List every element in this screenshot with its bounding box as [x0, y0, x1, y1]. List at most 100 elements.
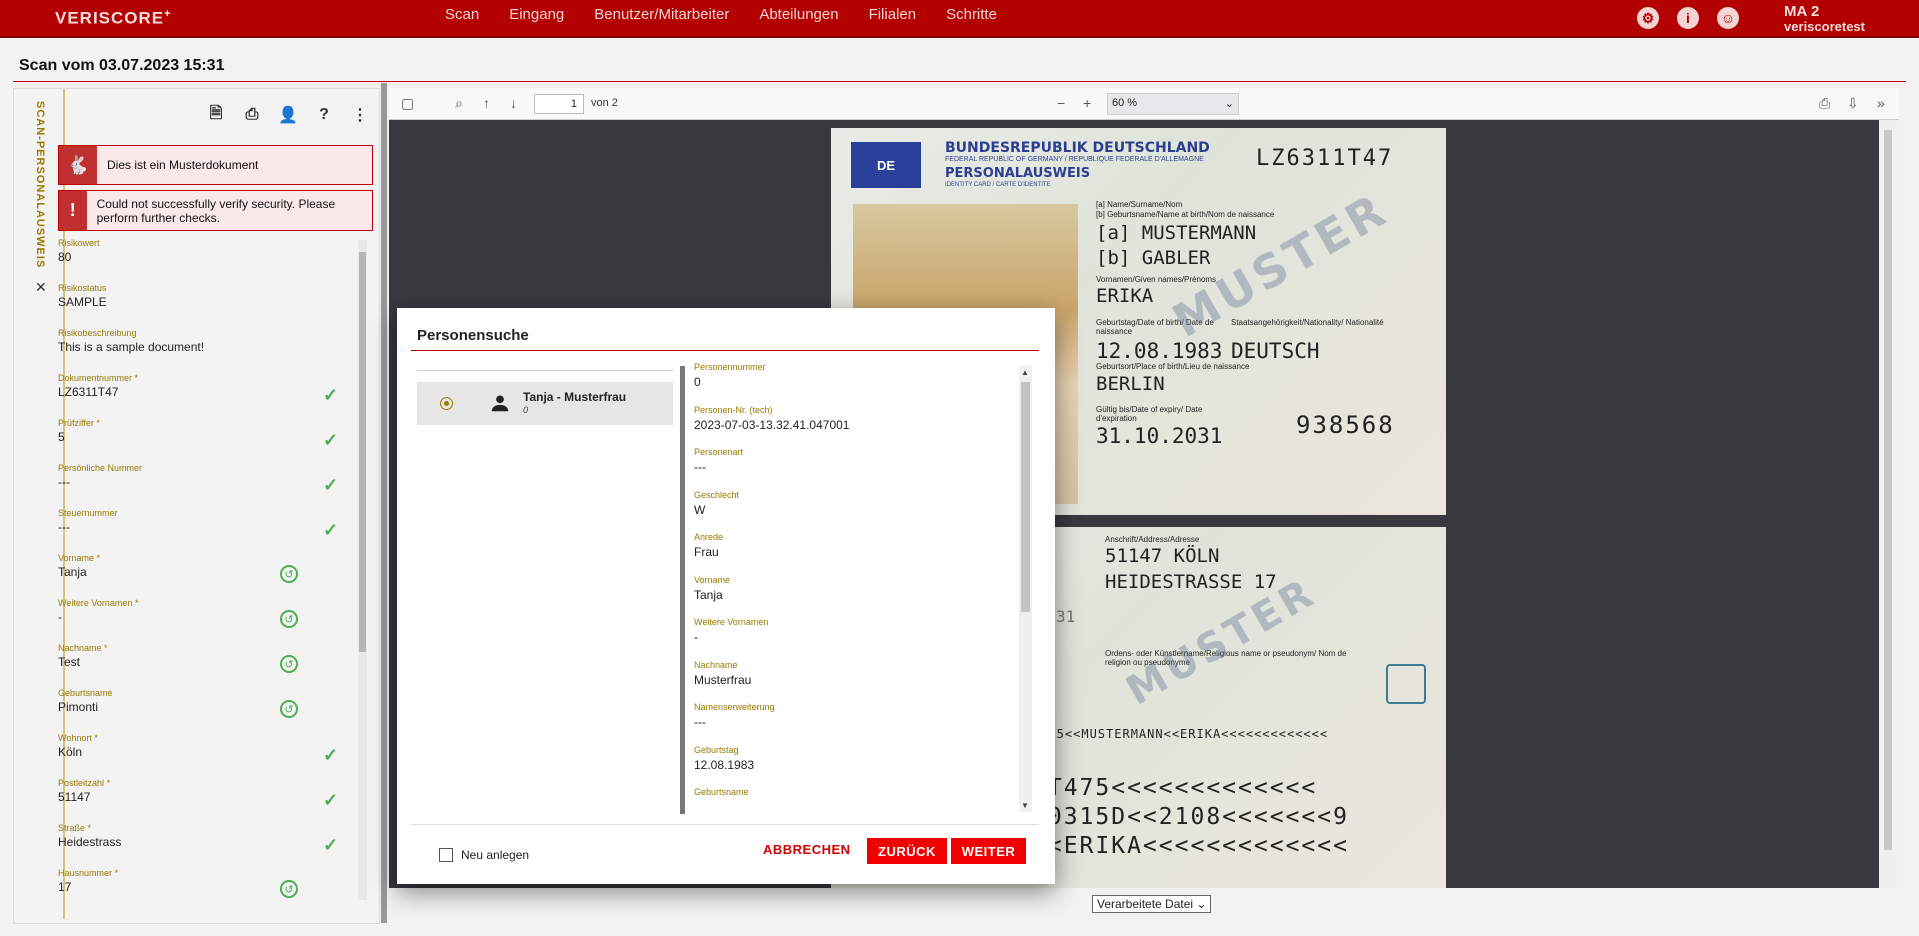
info-icon[interactable]: i: [1677, 7, 1699, 29]
search-icon[interactable]: ⌕: [455, 95, 463, 112]
field-value[interactable]: 80: [58, 250, 358, 264]
field-row: Steuernummer --- ✓: [58, 508, 358, 553]
nav-abteilungen[interactable]: Abteilungen: [744, 6, 853, 23]
help-icon[interactable]: ?: [312, 103, 336, 127]
check-icon: ✓: [323, 790, 339, 810]
detail-label: Personenart: [694, 447, 744, 457]
field-value[interactable]: ---: [58, 520, 358, 534]
back-button[interactable]: ZURÜCK: [867, 838, 947, 864]
reset-icon[interactable]: ↺: [280, 655, 298, 673]
card-mrz-line: T475<<MUSTERMANN<<ERIKA<<<<<<<<<<<<<: [1032, 727, 1329, 741]
field-value[interactable]: 5: [58, 430, 358, 444]
field-value[interactable]: Test: [58, 655, 358, 669]
detail-label: Geburtsname: [694, 787, 749, 797]
logo[interactable]: VERISCORE+: [55, 8, 172, 29]
field-value[interactable]: LZ6311T47: [58, 385, 358, 399]
detail-row: Vorname Tanja: [694, 575, 1017, 618]
person-search-icon[interactable]: 👤: [276, 103, 300, 127]
dialog-splitter[interactable]: [680, 366, 685, 814]
user-info[interactable]: MA 2 veriscoretest: [1784, 4, 1865, 34]
field-label: Risikowert: [58, 238, 100, 248]
add-document-icon[interactable]: 🗎: [204, 103, 228, 127]
print-icon[interactable]: ⎙: [240, 103, 264, 127]
next-button[interactable]: WEITER: [951, 838, 1026, 864]
field-value[interactable]: Tanja: [58, 565, 358, 579]
close-icon[interactable]: ✕: [35, 279, 47, 296]
detail-label: Geschlecht: [694, 489, 740, 500]
detail-row: Personen-Nr. (tech) 2023-07-03-13.32.41.0…: [694, 405, 1017, 448]
reset-icon[interactable]: ↺: [280, 880, 298, 898]
user-avatar-icon[interactable]: ☺: [1717, 7, 1739, 29]
field-label: Nachname *: [58, 643, 108, 653]
reset-icon[interactable]: ↺: [280, 610, 298, 628]
gear-icon[interactable]: ⚙: [1637, 7, 1659, 29]
nav-benutzer[interactable]: Benutzer/Mitarbeiter: [579, 6, 744, 23]
result-item[interactable]: Tanja - Musterfrau 0: [417, 382, 673, 425]
arrow-up-icon[interactable]: ↑: [483, 95, 490, 111]
save-icon[interactable]: ⇩: [1847, 95, 1859, 112]
card-country: BUNDESREPUBLIK DEUTSCHLAND: [945, 140, 1210, 156]
detail-row: Personenart ---: [694, 447, 1017, 490]
rabbit-icon: 🐇: [59, 146, 97, 184]
nav-schritte[interactable]: Schritte: [931, 6, 1012, 23]
sidebar-toggle-icon[interactable]: ▢: [401, 95, 414, 112]
more-vertical-icon[interactable]: ⋮: [348, 103, 372, 127]
field-value[interactable]: 17: [58, 880, 358, 894]
cancel-button[interactable]: ABBRECHEN: [763, 842, 851, 857]
reset-icon[interactable]: ↺: [280, 700, 298, 718]
person-search-dialog: Personensuche Tanja - Musterfrau 0 Neu a…: [397, 308, 1055, 884]
detail-value: Frau: [694, 545, 719, 559]
field-row: Straße * Heidestrass ✓: [58, 823, 358, 868]
new-person-checkbox[interactable]: Neu anlegen: [439, 848, 529, 862]
field-value[interactable]: Köln: [58, 745, 358, 759]
panel-splitter[interactable]: [381, 83, 387, 923]
card-birth-name: [b] GABLER: [1096, 247, 1211, 269]
nav-scan[interactable]: Scan: [430, 6, 494, 23]
reset-icon[interactable]: ↺: [280, 565, 298, 583]
more-tools-icon[interactable]: »: [1877, 95, 1885, 111]
chip-logo-icon: [1386, 664, 1426, 704]
details-scrollbar[interactable]: ▲ ▼: [1019, 366, 1032, 812]
card-mrz-line: IT475<<<<<<<<<<<<<: [1032, 775, 1318, 801]
print-icon[interactable]: ⎙: [1819, 95, 1830, 112]
exclamation-icon: !: [59, 191, 87, 230]
page-number-input[interactable]: 1: [534, 94, 584, 114]
card-label: [a] Name/Surname/Nom: [1096, 200, 1183, 209]
field-row: Dokumentnummer * LZ6311T47 ✓: [58, 373, 358, 418]
zoom-select[interactable]: 60 % ⌄: [1107, 93, 1239, 115]
check-icon: ✓: [323, 385, 339, 405]
field-value[interactable]: This is a sample document!: [58, 340, 358, 354]
field-value[interactable]: Heidestrass: [58, 835, 358, 849]
zoom-out-icon[interactable]: −: [1057, 95, 1065, 111]
dialog-title: Personensuche: [417, 327, 529, 344]
field-value[interactable]: ---: [58, 475, 358, 489]
arrow-down-icon[interactable]: ↓: [510, 95, 517, 111]
viewer-scrollbar[interactable]: [1879, 120, 1899, 888]
detail-row: Anrede Frau: [694, 532, 1017, 575]
field-value[interactable]: -: [58, 610, 358, 624]
nav-eingang[interactable]: Eingang: [494, 6, 579, 23]
result-radio[interactable]: [440, 397, 453, 410]
security-alert: ! Could not successfully verify security…: [58, 190, 373, 231]
field-row: Hausnummer * 17 ↺: [58, 868, 358, 913]
field-label: Steuernummer: [58, 508, 118, 518]
detail-row: Geburtstag 12.08.1983: [694, 745, 1017, 788]
field-label: Risikobeschreibung: [58, 328, 137, 338]
field-label: Straße *: [58, 823, 92, 833]
field-label: Dokumentnummer *: [58, 373, 139, 383]
zoom-in-icon[interactable]: +: [1083, 95, 1091, 111]
person-details: Personennummer 0 Personen-Nr. (tech) 2023-0…: [694, 362, 1017, 812]
check-icon: ✓: [323, 430, 339, 450]
field-value[interactable]: SAMPLE: [58, 295, 358, 309]
panel-scrollbar[interactable]: [358, 240, 367, 900]
vertical-tab-label[interactable]: SCAN-PERSONALAUSWEIS: [34, 101, 46, 268]
eu-flag-icon: DE: [851, 142, 921, 188]
nav-filialen[interactable]: Filialen: [854, 6, 932, 23]
card-can: 938568: [1296, 411, 1395, 439]
field-label: Weitere Vornamen *: [58, 598, 139, 608]
file-select[interactable]: Verarbeitete Datei ⌄: [1092, 895, 1212, 913]
checkbox[interactable]: [439, 848, 453, 862]
field-value[interactable]: Pimonti: [58, 700, 358, 714]
user-login: veriscoretest: [1784, 19, 1865, 34]
field-value[interactable]: 51147: [58, 790, 358, 804]
